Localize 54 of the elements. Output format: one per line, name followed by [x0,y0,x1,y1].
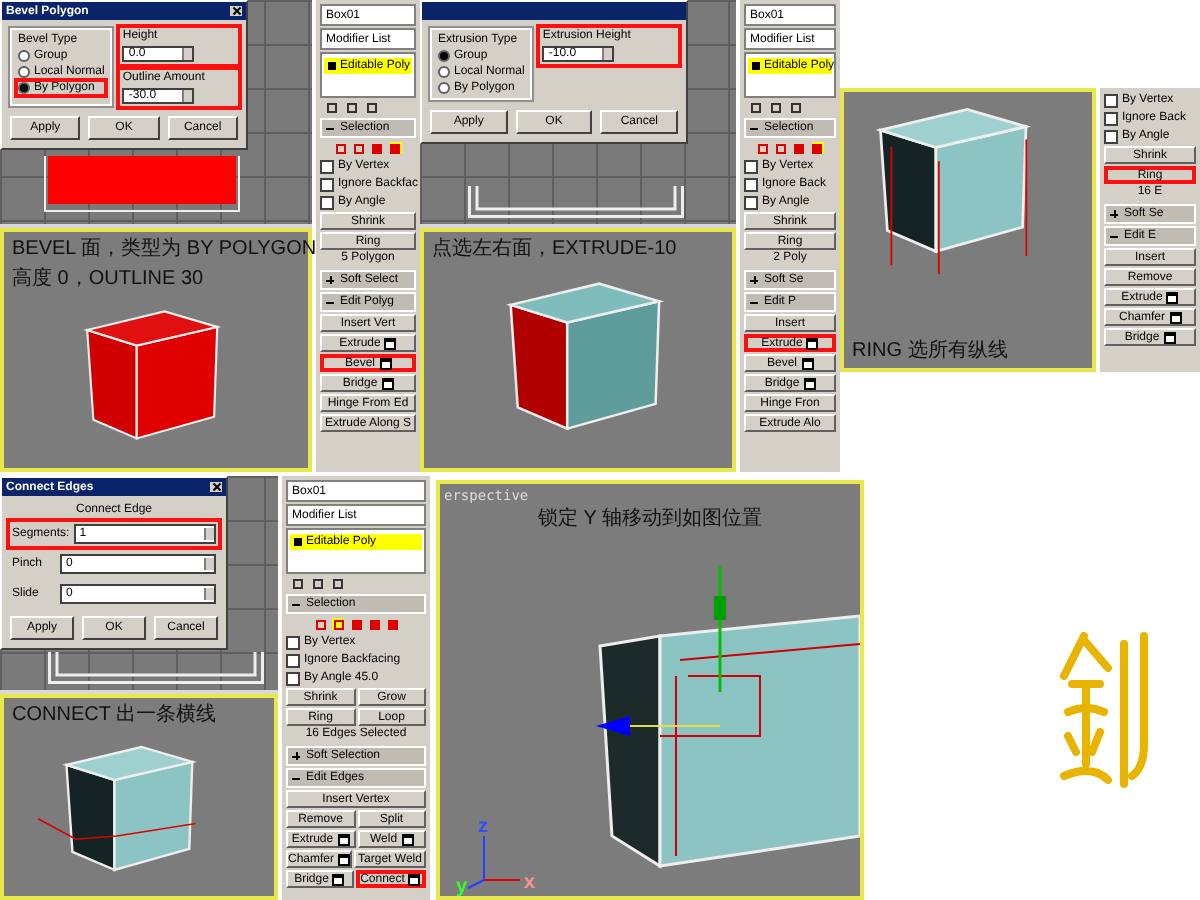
caption-text: RING 选所有纵线 [852,340,1008,364]
checkbox[interactable] [320,195,334,209]
perspective-viewport[interactable]: RING 选所有纵线 [840,88,1096,372]
settings-icon[interactable] [408,873,421,885]
settings-icon[interactable] [1163,331,1176,343]
settings-icon[interactable] [338,853,351,865]
subobject-level-icon[interactable] [811,142,823,154]
settings-icon[interactable] [332,873,345,885]
subobject-level-icon[interactable] [371,142,383,154]
settings-icon[interactable] [801,357,813,369]
close-icon[interactable] [210,482,222,492]
settings-icon[interactable] [381,377,394,389]
perspective-viewport[interactable]: CONNECT 出一条横线 [0,694,278,900]
settings-icon[interactable] [379,357,391,369]
subobject-level-icon[interactable] [332,618,344,630]
subobject-level-icon[interactable] [775,142,787,154]
subobject-level-icon[interactable] [757,142,769,154]
perspective-viewport[interactable]: 点选左右面，EXTRUDE-10 [420,228,736,472]
subobject-level-icon[interactable] [389,142,401,154]
subobject-level-icon[interactable] [350,618,362,630]
settings-icon[interactable] [384,337,397,349]
checkbox[interactable] [1104,93,1118,107]
subobject-level-icon[interactable] [793,142,805,154]
subobject-level-icon[interactable] [353,142,365,154]
settings-icon[interactable] [1166,291,1179,303]
close-icon[interactable] [230,6,242,16]
checkbox[interactable] [1104,111,1118,125]
checkbox[interactable] [744,159,758,173]
settings-icon[interactable] [337,833,350,845]
axis-tripod-icon [467,835,521,889]
caption-text: 高度 0，OUTLINE 30 [12,268,204,292]
caption-text: 点选左右面，EXTRUDE-10 [432,238,677,262]
settings-icon[interactable] [806,337,819,349]
axis-label: y [456,876,468,896]
checkbox[interactable] [286,653,300,667]
checkbox[interactable] [320,177,334,191]
axis-label: z [478,816,488,838]
settings-icon[interactable] [1169,311,1181,323]
subobject-level-icon[interactable] [386,618,398,630]
subobject-level-icon[interactable] [335,142,347,154]
caption-text: 锁定 Y 轴移动到如图位置 [537,508,763,532]
checkbox[interactable] [744,177,758,191]
checkbox[interactable] [1104,129,1118,143]
subobject-level-icon[interactable] [314,618,326,630]
checkbox[interactable] [286,671,300,685]
settings-icon[interactable] [803,377,816,389]
checkbox[interactable] [320,159,334,173]
checkbox[interactable] [744,195,758,209]
caption-text: CONNECT 出一条横线 [12,704,217,728]
settings-icon[interactable] [401,833,414,845]
subobject-level-icon[interactable] [368,618,380,630]
box-model-drawing [83,310,222,441]
axis-label: x [524,872,536,894]
checkbox[interactable] [286,635,300,649]
